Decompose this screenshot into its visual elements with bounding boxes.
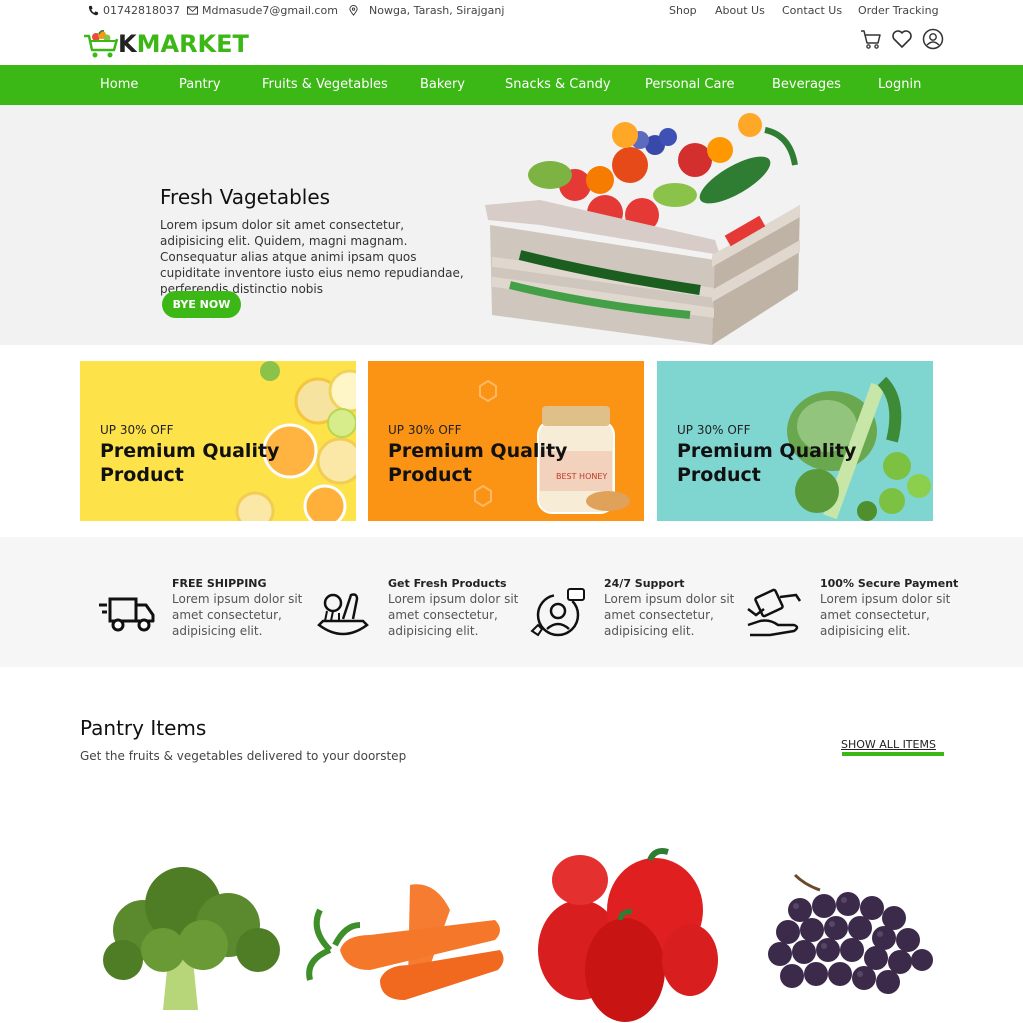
mail-icon xyxy=(187,6,198,15)
feature-title: 24/7 Support xyxy=(604,577,685,590)
hero-banner: Fresh Vagetables Lorem ipsum dolor sit a… xyxy=(0,105,1023,345)
top-link-about-us[interactable]: About Us xyxy=(715,4,765,17)
top-link-shop[interactable]: Shop xyxy=(669,4,697,17)
feature-title: 100% Secure Payment xyxy=(820,577,959,590)
promo-card-citrus[interactable]: UP 30% OFF Premium Quality Product xyxy=(80,361,356,521)
email-contact: Mdmasude7@gmail.com xyxy=(187,4,338,17)
feature-title: FREE SHIPPING xyxy=(172,577,267,590)
product-red-peppers-image[interactable] xyxy=(520,840,730,1023)
promo-title: Premium Quality Product xyxy=(677,440,857,486)
phone-icon xyxy=(88,5,99,16)
nav-home[interactable]: Home xyxy=(100,77,138,92)
user-icon[interactable] xyxy=(922,28,944,50)
promo-card-greens[interactable]: UP 30% OFF Premium Quality Product xyxy=(657,361,933,521)
main-nav: Home Pantry Fruits & Vegetables Bakery S… xyxy=(0,65,1023,105)
logo-text: KMARKET xyxy=(118,30,249,58)
feature-text: Lorem ipsum dolor sit amet consectetur, … xyxy=(820,592,951,638)
promo-title: Premium Quality Product xyxy=(100,440,280,486)
logo-cart-icon xyxy=(84,30,119,58)
section-title: Pantry Items xyxy=(80,716,207,740)
address-text: Nowga, Tarash, Sirajganj xyxy=(369,4,505,17)
top-link-order-tracking[interactable]: Order Tracking xyxy=(858,4,939,17)
product-carrots-image[interactable] xyxy=(300,840,510,1023)
top-link-contact-us[interactable]: Contact Us xyxy=(782,4,842,17)
feature-text: Lorem ipsum dolor sit amet consectetur, … xyxy=(604,592,735,638)
buy-now-button[interactable]: BYE NOW xyxy=(162,291,241,318)
vegetable-crate-image xyxy=(485,113,800,345)
nav-pantry[interactable]: Pantry xyxy=(179,77,221,92)
nav-snacks-candy[interactable]: Snacks & Candy xyxy=(505,77,611,92)
hero-title: Fresh Vagetables xyxy=(160,185,331,209)
logo[interactable]: KMARKET xyxy=(82,27,249,61)
hero-text: Lorem ipsum dolor sit amet consectetur, … xyxy=(160,218,464,296)
features-strip: FREE SHIPPING Lorem ipsum dolor sit amet… xyxy=(0,537,1023,667)
nav-bakery[interactable]: Bakery xyxy=(420,77,465,92)
promo-card-honey[interactable]: BEST HONEY UP 30% OFF Premium Quality Pr… xyxy=(368,361,644,521)
feature-text: Lorem ipsum dolor sit amet consectetur, … xyxy=(172,592,303,638)
top-bar: 01742818037 Mdmasude7@gmail.com Nowga, T… xyxy=(0,0,1023,24)
heart-icon[interactable] xyxy=(891,28,913,50)
email-address: Mdmasude7@gmail.com xyxy=(202,4,338,17)
phone-number: 01742818037 xyxy=(103,4,180,17)
product-grapes-image[interactable] xyxy=(740,840,950,1023)
show-all-items-link[interactable]: SHOW ALL ITEMS xyxy=(841,738,936,751)
section-subtitle: Get the fruits & vegetables delivered to… xyxy=(80,749,407,763)
show-all-underline xyxy=(842,752,944,756)
feature-title: Get Fresh Products xyxy=(388,577,507,590)
nav-login[interactable]: Lognin xyxy=(878,77,921,92)
secure-payment-icon xyxy=(747,588,802,637)
nav-beverages[interactable]: Beverages xyxy=(772,77,841,92)
phone-contact: 01742818037 xyxy=(88,4,180,17)
vegetables-basket-icon xyxy=(317,593,369,636)
address-contact: Nowga, Tarash, Sirajganj xyxy=(348,4,504,17)
header-icons xyxy=(860,28,944,50)
promo-discount: UP 30% OFF xyxy=(100,423,174,437)
cart-icon[interactable] xyxy=(860,28,882,50)
nav-fruits-vegetables[interactable]: Fruits & Vegetables xyxy=(262,77,388,92)
nav-personal-care[interactable]: Personal Care xyxy=(645,77,735,92)
product-broccoli-image[interactable] xyxy=(88,840,298,1023)
support-agent-icon xyxy=(530,588,585,637)
promo-discount: UP 30% OFF xyxy=(388,423,462,437)
location-pin-icon xyxy=(349,5,358,16)
truck-icon xyxy=(99,597,155,632)
promo-discount: UP 30% OFF xyxy=(677,423,751,437)
promo-title: Premium Quality Product xyxy=(388,440,568,486)
feature-text: Lorem ipsum dolor sit amet consectetur, … xyxy=(388,592,519,638)
